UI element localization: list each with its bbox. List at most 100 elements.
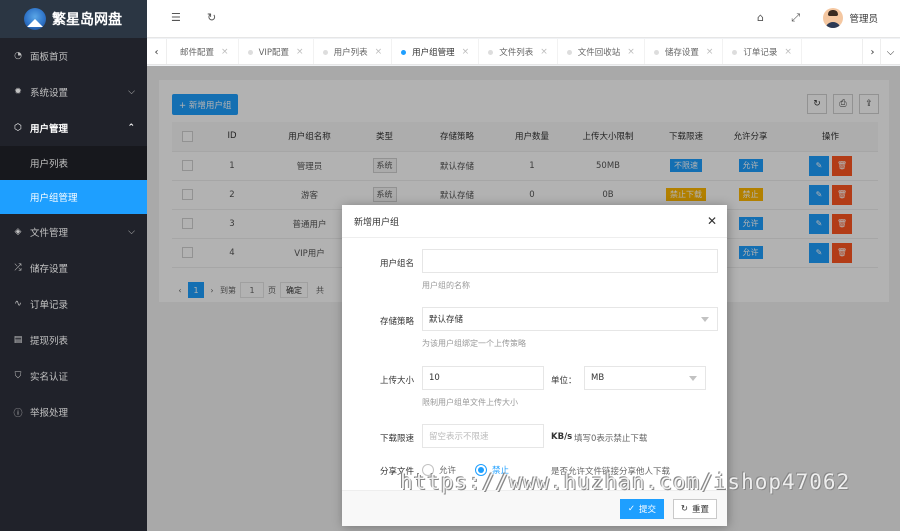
dialog-footer: ✓ 提交 ↻ 重置 (342, 490, 727, 526)
size-label: 上传大小 (379, 376, 414, 386)
check-icon: ✓ (627, 504, 635, 514)
tab-dot (566, 49, 572, 55)
group-name-input[interactable] (422, 249, 718, 273)
sidebar-item-label: 订单记录 (30, 300, 69, 311)
tab-label: 用户列表 (333, 48, 368, 58)
close-icon[interactable]: × (627, 47, 635, 57)
close-icon[interactable]: ✕ (707, 214, 717, 228)
chevron-down-icon: ⌵ (886, 46, 895, 58)
dialog-title: 新增用户组 (342, 205, 727, 238)
storage-policy-select[interactable]: 默认存储 (422, 307, 718, 331)
sidebar-item-label: 用户列表 (30, 159, 69, 170)
sidebar-item-verification[interactable]: ⛉ 实名认证 (0, 358, 147, 394)
chevron-down-icon: ⌵ (128, 227, 135, 237)
sidebar-item-label: 实名认证 (30, 372, 69, 383)
download-speed-input[interactable]: 留空表示不限速 (422, 424, 544, 448)
reset-button[interactable]: ↻ 重置 (672, 499, 717, 519)
close-icon[interactable]: × (296, 47, 304, 57)
sidebar-item-label: 举报处理 (30, 408, 69, 419)
unit-label: 单位： (551, 376, 577, 386)
speed-label: 下载限速 (379, 434, 414, 444)
shield-icon: ⛉ (14, 371, 22, 381)
close-icon[interactable]: × (784, 47, 792, 57)
tab-more-button[interactable]: ⌵ (880, 39, 900, 64)
size-value: 10 (429, 373, 440, 383)
sidebar-item-label: 用户管理 (30, 124, 69, 135)
sidebar-item-system[interactable]: ✹ 系统设置 ⌵ (0, 74, 147, 110)
tab-storage-settings[interactable]: 储存设置 × (645, 39, 724, 64)
tab-file-list[interactable]: 文件列表 × (479, 39, 558, 64)
tab-list: 邮件配置 × VIP配置 × 用户列表 × 用户组管理 × 文件列表 × 文件回收站 × 储… (171, 39, 802, 64)
close-icon[interactable]: × (540, 47, 548, 57)
speed-unit: KB/s (551, 432, 573, 442)
app-title: 繁星岛网盘 (52, 12, 122, 28)
tab-label: 文件列表 (499, 48, 534, 58)
sidebar-item-orders[interactable]: ∿ 订单记录 (0, 286, 147, 322)
tab-label: VIP配置 (258, 48, 290, 58)
watermark: https://www.huzhan.com/ishop47062 (400, 470, 851, 494)
tab-dot (653, 49, 659, 55)
dropdown-caret-icon (689, 376, 697, 381)
sidebar-item-label: 文件管理 (30, 228, 69, 239)
sidebar-subitem-user-list[interactable]: 用户列表 (0, 146, 147, 180)
app-logo[interactable]: 繁星岛网盘 (0, 0, 147, 38)
submit-label: 提交 (638, 505, 656, 515)
tab-label: 邮件配置 (180, 48, 215, 58)
chevron-up-icon: ⌃ (127, 123, 135, 133)
close-icon[interactable]: × (706, 47, 714, 57)
upload-size-input[interactable]: 10 (422, 366, 544, 390)
tab-label: 用户组管理 (412, 48, 455, 58)
sidebar: 繁星岛网盘 ◔ 面板首页 ✹ 系统设置 ⌵ ⬡ 用户管理 ⌃ 用户列表 用户组管… (0, 0, 147, 531)
shuffle-icon: ⤮ (14, 263, 22, 273)
user-menu[interactable]: 管理员 (823, 8, 878, 28)
unit-value: MB (591, 373, 605, 383)
sidebar-item-withdrawals[interactable]: ▤ 提现列表 (0, 322, 147, 358)
tab-vip-config[interactable]: VIP配置 × (239, 39, 314, 64)
tab-mail-config[interactable]: 邮件配置 × (171, 39, 239, 64)
sidebar-item-storage[interactable]: ⤮ 储存设置 (0, 250, 147, 286)
sidebar-item-dashboard[interactable]: ◔ 面板首页 (0, 38, 147, 74)
unit-select[interactable]: MB (584, 366, 706, 390)
refresh-icon[interactable]: ↻ (207, 11, 216, 24)
tab-dot (322, 49, 328, 55)
logo-icon (24, 8, 46, 30)
policy-value: 默认存储 (429, 315, 464, 325)
gear-icon: ✹ (14, 87, 22, 97)
tab-user-list[interactable]: 用户列表 × (314, 39, 393, 64)
sidebar-item-files[interactable]: ◈ 文件管理 ⌵ (0, 214, 147, 250)
chevron-left-icon: ‹ (154, 46, 159, 58)
close-icon[interactable]: × (375, 47, 383, 57)
tab-scroll-right-button[interactable]: › (862, 39, 882, 64)
close-icon[interactable]: × (221, 47, 229, 57)
tab-dot (401, 49, 407, 55)
sidebar-item-label: 系统设置 (30, 88, 69, 99)
info-icon: ⓘ (13, 408, 23, 419)
tab-user-groups[interactable]: 用户组管理 × (392, 39, 480, 64)
tab-scroll-left-button[interactable]: ‹ (147, 39, 167, 64)
sidebar-item-label: 提现列表 (30, 336, 69, 347)
sidebar-item-reports[interactable]: ⓘ 举报处理 (0, 394, 147, 430)
tab-recycle-bin[interactable]: 文件回收站 × (558, 39, 645, 64)
chevron-down-icon: ⌵ (128, 87, 135, 97)
top-header: ☰ ↻ ⌂ ⤢ 管理员 (147, 0, 900, 38)
fullscreen-icon[interactable]: ⤢ (791, 11, 800, 25)
reset-label: 重置 (691, 505, 709, 515)
menu-toggle-icon[interactable]: ☰ (171, 11, 181, 24)
tab-orders[interactable]: 订单记录 × (723, 39, 802, 64)
tab-label: 文件回收站 (577, 48, 621, 58)
tab-dot (488, 49, 494, 55)
chevron-right-icon: › (870, 46, 875, 58)
tab-label: 订单记录 (743, 48, 778, 58)
tab-dot (732, 49, 738, 55)
sidebar-item-label: 储存设置 (30, 264, 69, 275)
sidebar-item-users[interactable]: ⬡ 用户管理 ⌃ (0, 110, 147, 146)
home-icon[interactable]: ⌂ (757, 11, 764, 24)
close-icon[interactable]: × (462, 47, 470, 57)
pulse-icon: ∿ (14, 299, 22, 309)
policy-label: 存储策略 (379, 317, 414, 327)
avatar (823, 8, 844, 28)
sidebar-subitem-user-groups[interactable]: 用户组管理 (0, 180, 147, 214)
submit-button[interactable]: ✓ 提交 (619, 499, 664, 519)
dialog-body: 用户组名 用户组的名称 存储策略 默认存储 为该用户组绑定一个上传策略 上传大小… (342, 239, 727, 490)
cube-icon: ⬡ (14, 123, 22, 133)
